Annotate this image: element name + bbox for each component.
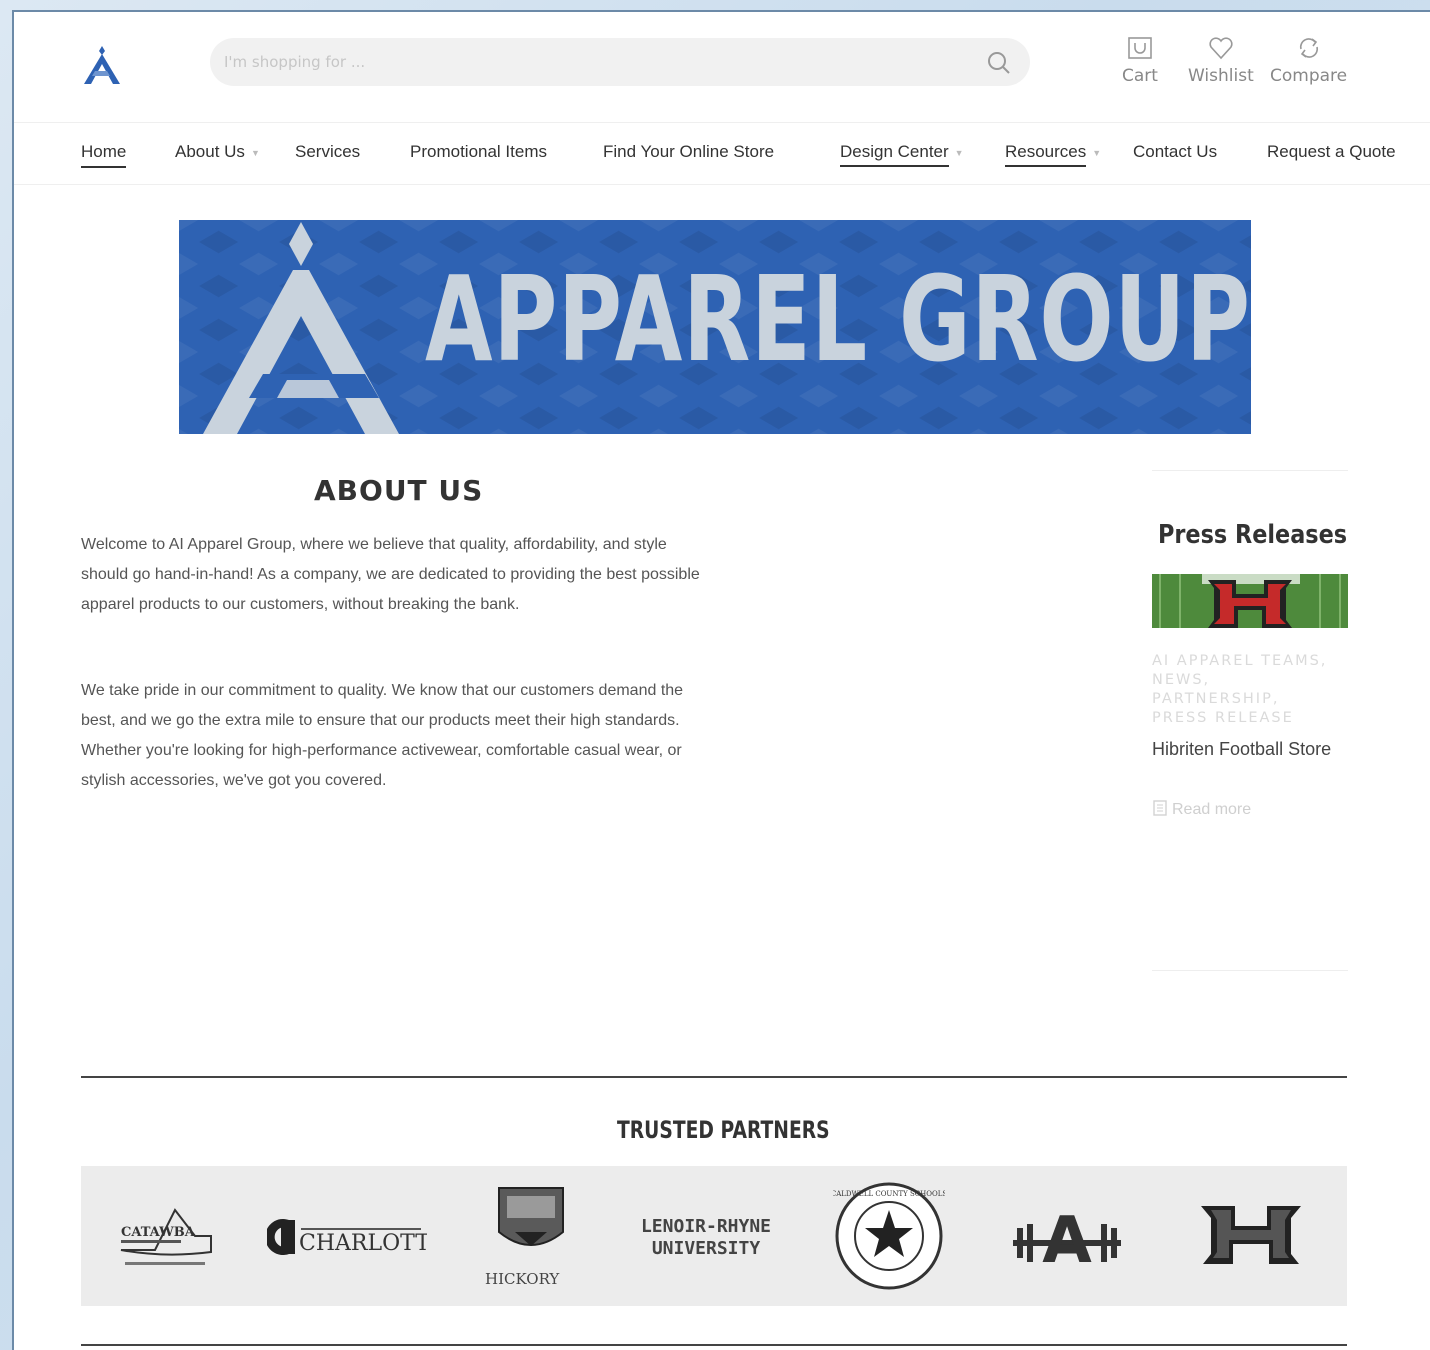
caldwell-text: CALDWELL COUNTY SCHOOLS: [833, 1190, 945, 1198]
partners-heading: TRUSTED PARTNERS: [14, 1116, 1430, 1144]
cart-label: Cart: [1122, 66, 1158, 86]
compare-button[interactable]: Compare: [1270, 34, 1347, 86]
press-thumbnail[interactable]: [1152, 574, 1348, 628]
main-nav: Home About Us ▼ Services Promotional Item…: [14, 134, 1430, 184]
catawba-logo[interactable]: CATAWBA: [115, 1166, 215, 1306]
read-more-label: Read more: [1172, 801, 1252, 818]
heart-icon: [1209, 37, 1233, 60]
charlotte-logo[interactable]: CHARLOTTE: [267, 1166, 427, 1306]
partners-bottom-rule: [81, 1344, 1347, 1346]
nav-design-center-label: Design Center: [840, 142, 949, 167]
press-releases-heading: Press Releases: [1158, 520, 1348, 550]
lenoir-rhyne-logo[interactable]: LENOIR-RHYNE UNIVERSITY: [621, 1166, 791, 1306]
hickory-text: HICKORY: [485, 1270, 560, 1288]
search-bar: [210, 38, 1030, 86]
charlotte-text: CHARLOTTE: [299, 1231, 427, 1256]
chevron-down-icon: ▼: [1092, 147, 1102, 158]
banner-title: APPAREL GROUP: [425, 250, 1251, 388]
lenoir-rhyne-line1: LENOIR-RHYNE: [641, 1216, 771, 1237]
press-headline[interactable]: Hibriten Football Store: [1152, 736, 1342, 762]
ai-athletics-text: A: [1042, 1204, 1092, 1278]
nav-about-us-label: About Us: [175, 142, 245, 161]
nav-services[interactable]: Services: [295, 142, 360, 166]
header-divider: [14, 122, 1430, 123]
chevron-down-icon: ▼: [954, 147, 964, 158]
document-icon: [1153, 800, 1167, 816]
nav-design-center[interactable]: Design Center ▼: [840, 142, 964, 167]
lenoir-rhyne-line2: UNIVERSITY: [652, 1238, 761, 1259]
catawba-text: CATAWBA: [121, 1225, 196, 1240]
wishlist-label: Wishlist: [1188, 66, 1254, 86]
search-icon[interactable]: [986, 50, 1012, 76]
about-heading: ABOUT US: [314, 474, 484, 507]
hickory-logo[interactable]: HICKORY: [481, 1166, 581, 1306]
site-logo[interactable]: [80, 42, 124, 86]
nav-resources-label: Resources: [1005, 142, 1087, 167]
cart-icon: [1128, 37, 1152, 59]
nav-find-online-store[interactable]: Find Your Online Store: [603, 142, 774, 166]
hero-banner: APPAREL GROUP: [179, 220, 1251, 434]
nav-about-us[interactable]: About Us ▼: [175, 142, 260, 166]
browser-page: Cart Wishlist Compare Home About Us ▼ Ser…: [12, 10, 1430, 1350]
sidebar-divider: [1152, 470, 1348, 471]
cart-button[interactable]: Cart: [1122, 34, 1158, 86]
nav-request-quote[interactable]: Request a Quote: [1267, 142, 1396, 166]
partners-strip: CATAWBA CHARLOTTE HICKORY LENOIR-RHYNE U…: [81, 1166, 1347, 1306]
caldwell-logo[interactable]: CALDWELL COUNTY SCHOOLS: [833, 1166, 945, 1306]
refresh-icon: [1299, 38, 1318, 58]
nav-contact-us[interactable]: Contact Us: [1133, 142, 1217, 166]
about-paragraph-1: Welcome to AI Apparel Group, where we be…: [81, 536, 700, 613]
nav-home[interactable]: Home: [81, 142, 127, 168]
read-more-link[interactable]: Read more: [1152, 800, 1251, 819]
partners-top-rule: [81, 1076, 1347, 1078]
hibriten-logo[interactable]: [1191, 1166, 1311, 1306]
partners-heading-text: TRUSTED PARTNERS: [616, 1116, 830, 1144]
search-input[interactable]: [224, 38, 964, 86]
compare-label: Compare: [1270, 66, 1348, 86]
press-categories[interactable]: AI APPAREL TEAMS, NEWS, PARTNERSHIP, PRE…: [1152, 652, 1342, 728]
nav-promotional-items[interactable]: Promotional Items: [410, 142, 547, 166]
nav-divider: [14, 184, 1430, 185]
nav-resources[interactable]: Resources ▼: [1005, 142, 1102, 167]
ai-athletics-logo[interactable]: A: [1007, 1166, 1127, 1306]
site-header: Cart Wishlist Compare: [14, 12, 1430, 122]
about-paragraph-2: We take pride in our commitment to quali…: [81, 682, 684, 789]
wishlist-button[interactable]: Wishlist: [1188, 34, 1254, 86]
ai-logo-mark: [203, 222, 399, 434]
sidebar-divider: [1152, 970, 1348, 971]
chevron-down-icon: ▼: [250, 147, 260, 158]
